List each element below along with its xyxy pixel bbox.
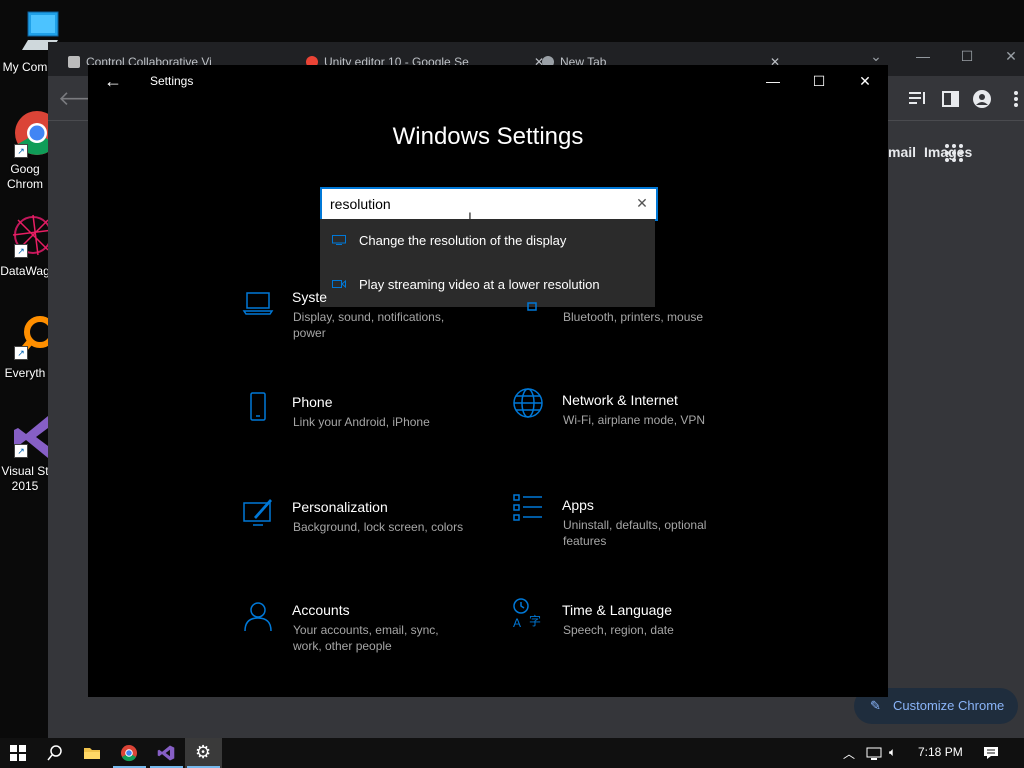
category-name: Network & Internet — [562, 392, 678, 408]
search-suggestions: Change the resolution of the display Pla… — [320, 219, 655, 307]
category-desc: Wi-Fi, airplane mode, VPN — [563, 413, 706, 427]
desktop-icon-google-chrome[interactable]: ↗ Goog Chrom — [0, 108, 59, 192]
taskbar-visual-studio[interactable] — [148, 738, 185, 768]
phone-icon — [250, 392, 266, 421]
volume-icon[interactable]: 🔈︎ — [889, 745, 896, 760]
desktop-icon-label: 2015 — [11, 479, 39, 493]
page-title: Windows Settings — [392, 123, 584, 150]
side-panel-icon[interactable] — [941, 90, 961, 108]
desktop-icon-everything[interactable]: ↗ Everyth — [0, 312, 56, 381]
video-icon — [332, 279, 346, 289]
category-name: Time & Language — [562, 602, 672, 618]
minimize-icon[interactable]: — — [900, 42, 946, 72]
suggestion-label: Change the resolution of the display — [359, 233, 567, 248]
search-icon — [47, 745, 62, 761]
taskbar: ⚙ ︿ 🔈︎ 7:18 PM — [0, 738, 1024, 768]
shortcut-arrow-icon: ↗ — [14, 144, 28, 158]
search-input[interactable] — [330, 189, 620, 219]
clear-icon[interactable]: ✕ — [634, 195, 650, 211]
desktop-icon-label: DataWag — [0, 264, 50, 278]
category-desc: Speech, region, date — [563, 623, 674, 637]
maximize-icon[interactable]: ☐ — [796, 65, 842, 97]
desktop-icon-label: My Com — [2, 60, 48, 74]
suggestion-item[interactable]: Play streaming video at a lower resoluti… — [320, 263, 655, 307]
shortcut-arrow-icon: ↗ — [14, 346, 28, 360]
network-icon[interactable] — [866, 747, 882, 761]
maximize-icon[interactable]: ☐ — [944, 42, 990, 72]
category-name: Syste — [292, 289, 328, 305]
show-hidden-icons-icon[interactable]: ︿ — [843, 745, 855, 762]
person-icon — [244, 602, 272, 632]
chrome-logo-icon — [121, 745, 137, 762]
search-box[interactable]: ✕ — [320, 187, 658, 221]
category-desc: Link your Android, iPhone — [293, 415, 430, 429]
desktop-icon-label: Goog — [10, 162, 40, 176]
category-desc: Background, lock screen, colors — [293, 520, 464, 534]
clock[interactable]: 7:18 PM — [918, 745, 963, 759]
desktop-icon-my-computer[interactable]: My Com — [0, 10, 59, 75]
action-center-icon[interactable] — [983, 746, 999, 760]
language-icon: A 字 — [513, 598, 541, 629]
desktop-icon-label: Everyth — [4, 366, 46, 380]
laptop-icon — [242, 292, 274, 315]
window-title: Settings — [150, 74, 194, 88]
taskbar-search-button[interactable] — [37, 738, 74, 768]
category-desc: Bluetooth, printers, mouse — [563, 310, 704, 324]
settings-window: ← Settings — ☐ ✕ Windows Settings ✕ I Ch… — [88, 65, 888, 697]
category-name: Accounts — [292, 602, 350, 618]
profile-icon[interactable] — [972, 90, 992, 108]
category-name: Phone — [292, 394, 333, 410]
svg-text:字: 字 — [529, 613, 541, 628]
reading-list-icon[interactable] — [908, 90, 928, 108]
monitor-icon — [332, 235, 346, 245]
close-icon[interactable]: ✕ — [842, 65, 888, 97]
shortcut-arrow-icon: ↗ — [14, 444, 28, 458]
keyboard-icon — [527, 302, 537, 311]
apps-list-icon — [513, 494, 542, 521]
windows-logo-icon — [10, 745, 26, 761]
suggestion-label: Play streaming video at a lower resoluti… — [359, 277, 600, 292]
customize-chrome-label: Customize Chrome — [893, 698, 1005, 713]
suggestion-item[interactable]: Change the resolution of the display — [320, 219, 655, 263]
category-name: Apps — [562, 497, 594, 513]
desktop-icon-label: Chrom — [6, 177, 43, 191]
google-apps-icon[interactable] — [945, 144, 963, 162]
gmail-link[interactable]: mail — [888, 144, 916, 160]
close-icon[interactable]: ✕ — [988, 42, 1024, 72]
category-desc: Display, sound, notifications, power — [293, 310, 445, 340]
paint-icon — [243, 499, 272, 526]
taskbar-chrome[interactable] — [111, 738, 148, 768]
taskbar-file-explorer[interactable] — [74, 738, 111, 768]
visual-studio-icon — [157, 745, 175, 761]
gear-icon: ⚙ — [195, 742, 212, 762]
category-name: Personalization — [292, 499, 388, 515]
folder-icon — [84, 748, 100, 759]
category-desc: Your accounts, email, sync, work, other … — [293, 623, 439, 653]
desktop-icon-label: Visual St — [1, 464, 49, 478]
taskbar-settings[interactable]: ⚙ — [185, 738, 222, 768]
start-button[interactable] — [0, 738, 37, 768]
menu-dots-icon[interactable] — [1006, 90, 1024, 108]
desktop-icon-datawag[interactable]: ↗ DataWag — [0, 210, 54, 279]
minimize-icon[interactable]: — — [750, 65, 796, 97]
back-arrow-icon[interactable]: ← — [104, 71, 122, 92]
shortcut-arrow-icon: ↗ — [14, 244, 28, 258]
globe-icon — [513, 388, 543, 418]
category-desc: Uninstall, defaults, optional features — [563, 518, 707, 548]
desktop-icon-visual-studio[interactable]: ↗ Visual St 2015 — [0, 414, 60, 494]
svg-text:A: A — [513, 616, 521, 629]
tab-favicon-icon — [68, 56, 80, 68]
